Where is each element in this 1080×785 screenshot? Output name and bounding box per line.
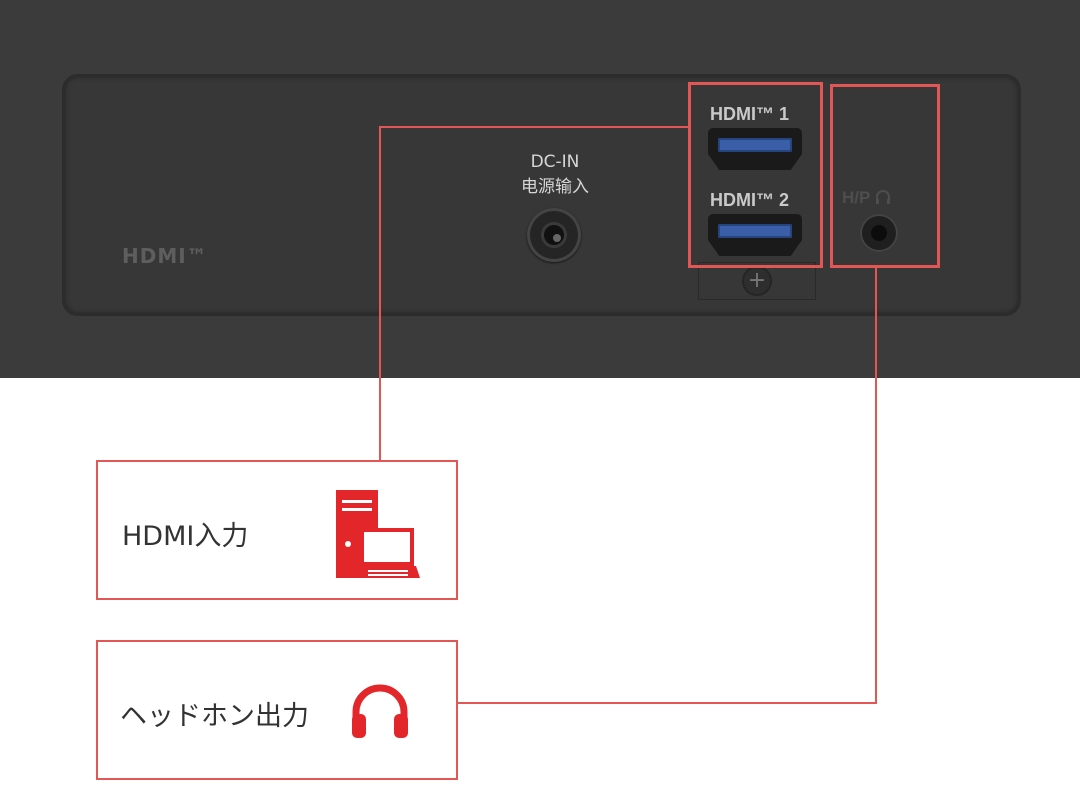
hdmi-input-callout: HDMI入力 <box>96 460 458 600</box>
hdmi-highlight-box <box>688 82 823 268</box>
hdmi-connector-line-v <box>379 126 381 462</box>
headphone-highlight-box <box>830 84 940 268</box>
headphones-icon <box>352 684 408 738</box>
monitor-back-panel: HDMI™ DC-IN 电源输入 HDMI™ 1 HDMI™ 2 + H/P <box>0 0 1080 378</box>
headphone-output-label: ヘッドホン出力 <box>120 701 309 732</box>
headphone-output-callout: ヘッドホン出力 <box>96 640 458 780</box>
hdmi-logo: HDMI™ <box>122 244 208 268</box>
dc-in-label: DC-IN 电源输入 <box>521 152 589 197</box>
dc-in-port <box>527 208 581 262</box>
headphone-connector-line-h <box>456 702 877 704</box>
headphone-connector-line-v <box>875 266 877 704</box>
hdmi-connector-line-h <box>379 126 690 128</box>
hdmi-input-label: HDMI入力 <box>122 521 249 552</box>
screw-icon: + <box>742 266 772 296</box>
pc-laptop-icon <box>336 490 420 578</box>
